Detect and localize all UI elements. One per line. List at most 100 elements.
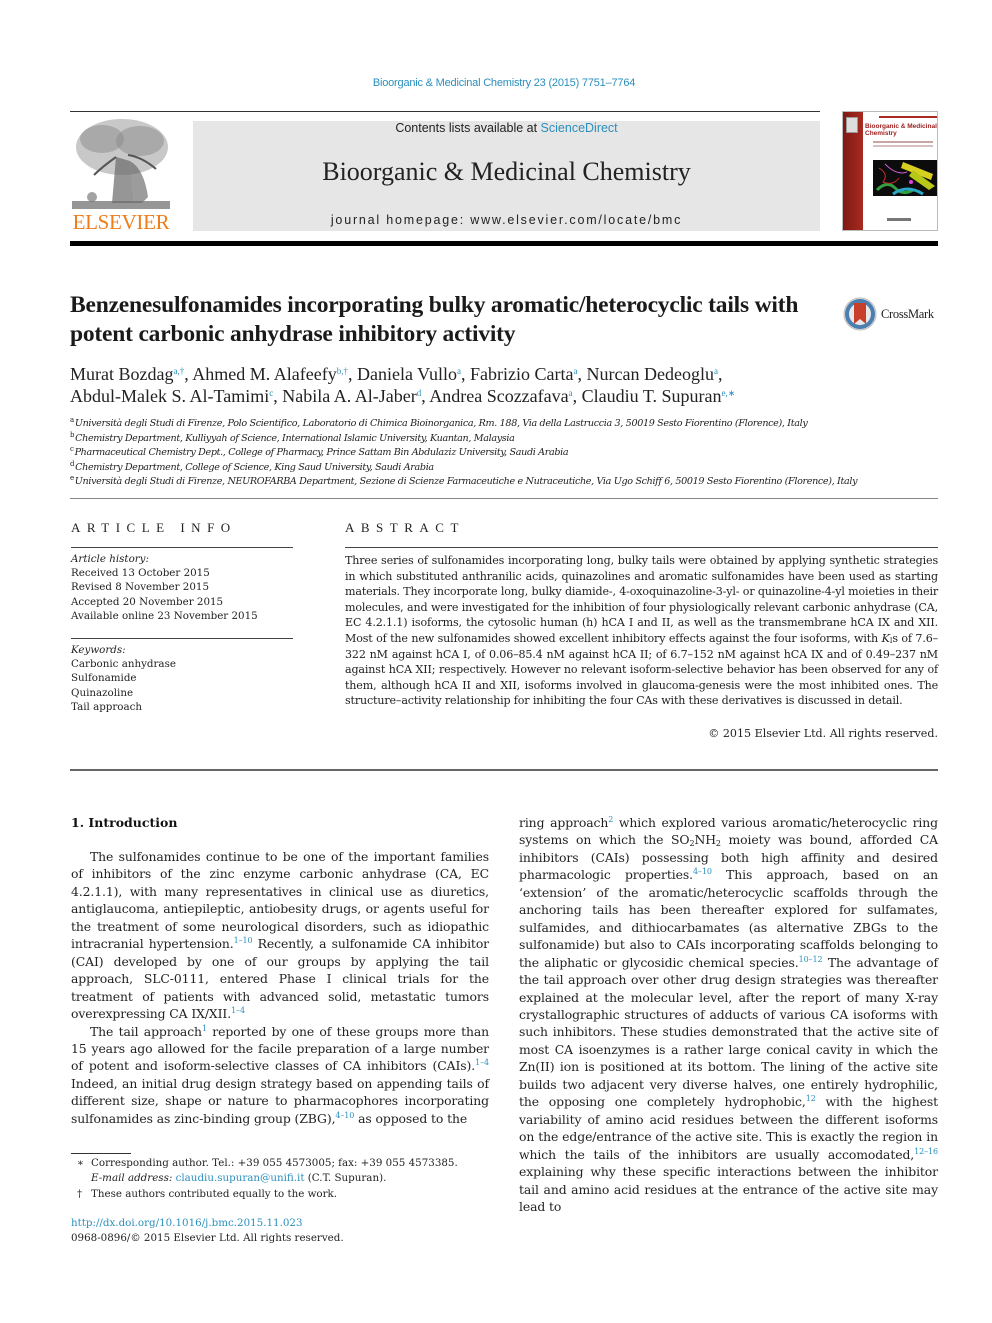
ki-letter: K — [881, 631, 890, 645]
author[interactable]: Abdul-Malek S. Al-Tamimic — [70, 386, 273, 406]
citation-link[interactable]: 1–4 — [231, 1006, 245, 1015]
issn-copyright: 0968-0896/© 2015 Elsevier Ltd. All right… — [71, 1232, 344, 1245]
text-run: ring approach — [519, 815, 609, 830]
footnote-equal-contribution: † These authors contributed equally to t… — [71, 1187, 491, 1202]
history-revised: Revised 8 November 2015 — [71, 581, 209, 594]
body-column-left: The sulfonamides continue to be one of t… — [71, 848, 489, 1127]
affiliation-key: b — [70, 430, 75, 439]
text-run: The advantage of the tail approach over … — [519, 954, 938, 1110]
history-received: Received 13 October 2015 — [71, 567, 210, 580]
keywords: Keywords: Carbonic anhydrase Sulfonamide… — [71, 643, 301, 714]
author-name: Murat Bozdag — [70, 364, 174, 384]
cover-protein-art — [873, 160, 937, 196]
author-separator: , — [347, 364, 357, 384]
text-run: The tail approach — [90, 1023, 202, 1039]
cover-elsevier-badge — [846, 117, 858, 133]
footnote-text: These authors contributed equally to the… — [91, 1187, 338, 1200]
affiliation-text: Chemistry Department, College of Science… — [75, 461, 434, 473]
citation-link[interactable]: 4–10 — [335, 1111, 354, 1120]
journal-banner: Contents lists available at ScienceDirec… — [193, 121, 820, 231]
citation-link[interactable]: 12–16 — [914, 1147, 938, 1156]
doi-link[interactable]: http://dx.doi.org/10.1016/j.bmc.2015.11.… — [71, 1216, 491, 1231]
article-info-heading: ARTICLE INFO — [71, 520, 237, 535]
dagger-mark: † — [77, 1187, 83, 1200]
affiliation-key: d — [70, 459, 75, 468]
header-thick-rule — [70, 241, 938, 246]
contents-prefix: Contents lists available at — [395, 121, 541, 135]
author[interactable]: Daniela Vulloa — [357, 364, 461, 384]
history-online: Available online 23 November 2015 — [71, 609, 258, 622]
keyword: Carbonic anhydrase — [71, 658, 176, 671]
email-label: E-mail address: — [91, 1172, 176, 1185]
front-matter-rule — [70, 769, 938, 771]
footnotes: ∗ Corresponding author. Tel.: +39 055 45… — [71, 1156, 491, 1202]
abstract-rule — [345, 547, 938, 548]
cover-footer — [887, 218, 911, 221]
author-name: Nurcan Dedeoglu — [586, 364, 714, 384]
citation-link[interactable]: 12 — [806, 1094, 816, 1103]
ki-symbol: KIs — [882, 632, 898, 645]
paragraph: The sulfonamides continue to be one of t… — [71, 848, 489, 1023]
author-affiliation-marks[interactable]: a,† — [173, 366, 184, 376]
author-name: Claudiu T. Supuran — [581, 386, 722, 406]
paragraph: The tail approach1 reported by one of th… — [71, 1023, 489, 1128]
footnote-text: Corresponding author. Tel.: +39 055 4573… — [91, 1157, 458, 1169]
affiliation-key: c — [70, 445, 74, 453]
asterisk-mark: ∗ — [77, 1157, 84, 1169]
cover-red-bar — [879, 116, 937, 118]
affiliation-item: eUniversità degli Studi di Firenze, NEUR… — [70, 475, 950, 490]
body-column-right: ring approach2 which explored various ar… — [519, 814, 938, 1215]
affiliation-list: aUniversità degli Studi di Firenze, Polo… — [70, 417, 950, 490]
author[interactable]: Murat Bozdaga,† — [70, 364, 184, 384]
elsevier-tree-icon — [72, 119, 170, 209]
abstract-copyright: © 2015 Elsevier Ltd. All rights reserved… — [708, 727, 938, 740]
author[interactable]: Nabila A. Al-Jaberd — [282, 386, 421, 406]
affiliation-item: cPharmaceutical Chemistry Dept., College… — [70, 446, 950, 461]
citation-link[interactable]: 1–10 — [234, 936, 253, 945]
author-list: Murat Bozdaga,†, Ahmed M. Alafeefyb,†, D… — [70, 363, 940, 407]
keywords-label: Keywords: — [71, 644, 126, 656]
citation-link[interactable]: 10–12 — [799, 955, 823, 964]
crossmark-label: CrossMark — [881, 307, 934, 321]
author[interactable]: Nurcan Dedeoglua — [587, 364, 718, 384]
journal-title: Bioorganic & Medicinal Chemistry — [322, 157, 691, 186]
citation-link[interactable]: 4–10 — [693, 867, 712, 876]
sciencedirect-link[interactable]: ScienceDirect — [541, 121, 618, 135]
journal-homepage[interactable]: journal homepage: www.elsevier.com/locat… — [193, 213, 820, 227]
author-separator: , — [572, 386, 582, 406]
affiliation-text: Università degli Studi di Firenze, NEURO… — [74, 476, 858, 487]
affiliation-text: Pharmaceutical Chemistry Dept., College … — [74, 447, 569, 458]
journal-cover-image[interactable]: Bioorganic & Medicinal Chemistry — [842, 111, 938, 231]
author[interactable]: Fabrizio Cartaa — [470, 364, 577, 384]
footnote-email: E-mail address: claudiu.supuran@unifi.it… — [71, 1171, 491, 1186]
author[interactable]: Ahmed M. Alafeefyb,† — [192, 364, 348, 384]
crossmark-icon — [843, 297, 877, 331]
author-name: Fabrizio Carta — [470, 364, 574, 384]
email-link[interactable]: claudiu.supuran@unifi.it — [176, 1172, 305, 1184]
affiliation-item: dChemistry Department, College of Scienc… — [70, 459, 950, 476]
citation-link[interactable]: 1–4 — [475, 1058, 489, 1067]
text-run: NH — [694, 832, 716, 848]
author[interactable]: Andrea Scozzafavaa — [429, 386, 572, 406]
crossmark-button[interactable]: CrossMark — [843, 297, 943, 333]
cover-title: Bioorganic & Medicinal Chemistry — [865, 123, 937, 137]
contents-line: Contents lists available at ScienceDirec… — [193, 121, 820, 135]
affiliation-rule — [70, 498, 938, 499]
author-separator: , — [717, 364, 723, 384]
journal-citation-link[interactable]: Bioorganic & Medicinal Chemistry 23 (201… — [0, 77, 992, 89]
affiliation-text: Chemistry Department, Kulliyyah of Scien… — [75, 432, 515, 444]
article-info-rule — [71, 547, 293, 548]
author-name: Abdul-Malek S. Al-Tamimi — [70, 386, 270, 406]
author-affiliation-marks[interactable]: e,∗ — [721, 388, 735, 398]
keyword: Sulfonamide — [71, 672, 137, 685]
author-affiliation-marks[interactable]: b,† — [337, 366, 348, 376]
author-separator: , — [461, 364, 471, 384]
paragraph: ring approach2 which explored various ar… — [519, 814, 938, 1215]
affiliation-text: Università degli Studi di Firenze, Polo … — [74, 418, 808, 429]
author[interactable]: Claudiu T. Supurane,∗ — [582, 386, 736, 406]
text-run: explaining why these specific interactio… — [519, 1164, 938, 1214]
abstract-heading: ABSTRACT — [345, 520, 465, 535]
elsevier-logo[interactable]: ELSEVIER — [70, 117, 172, 234]
cover-subtitle-lines — [873, 141, 933, 147]
abstract-part: Three series of sulfonamides incorporati… — [345, 554, 938, 645]
